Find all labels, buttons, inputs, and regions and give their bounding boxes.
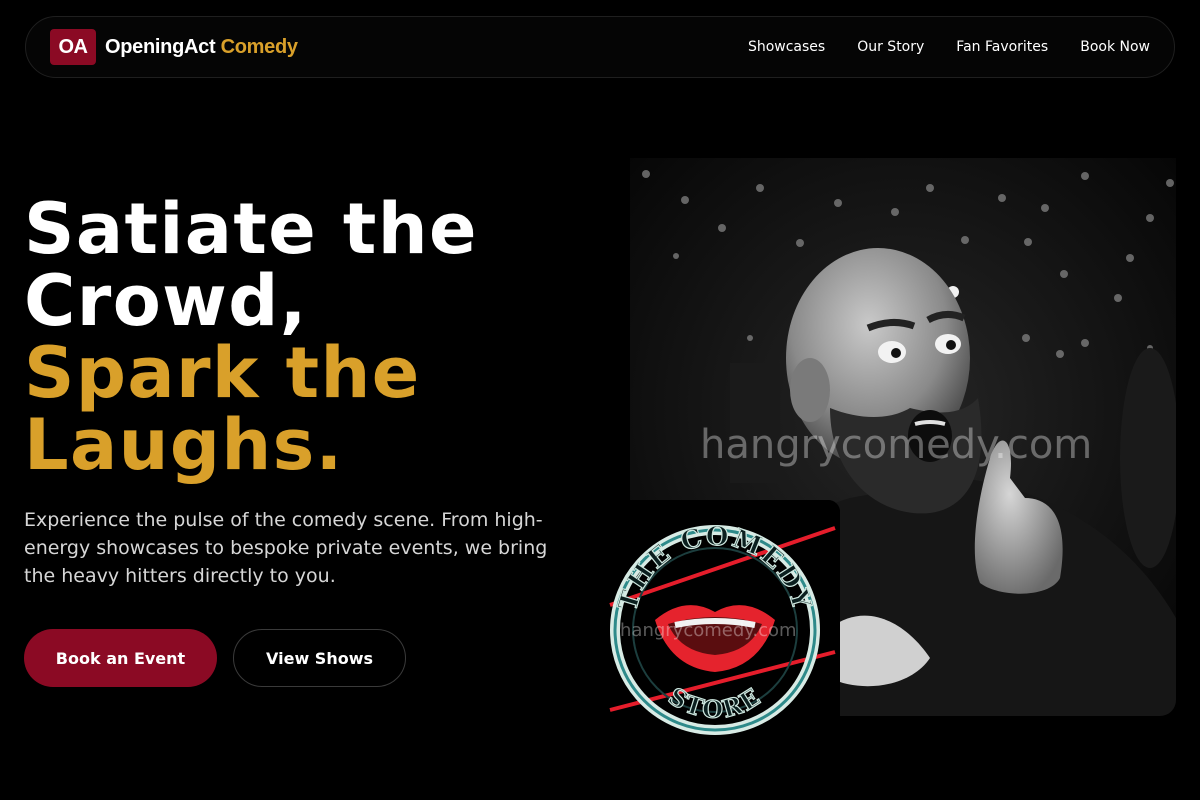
headline-line-1: Satiate the <box>24 188 478 270</box>
view-shows-button[interactable]: View Shows <box>233 629 406 687</box>
nav-link-book-now[interactable]: Book Now <box>1080 39 1150 55</box>
headline-line-3: Spark the <box>24 332 421 414</box>
sign-watermark: hangrycomedy.com <box>620 620 797 641</box>
headline-line-2: Crowd, <box>24 260 308 342</box>
headline-line-4: Laughs. <box>24 404 344 486</box>
nav-link-fan-favorites[interactable]: Fan Favorites <box>956 39 1048 55</box>
brand-name-main: OpeningAct <box>105 35 216 58</box>
hero-description: Experience the pulse of the comedy scene… <box>24 509 548 587</box>
brand-name-accent: Comedy <box>220 35 298 58</box>
logo-mark: OA <box>50 29 96 65</box>
photo-watermark: hangrycomedy.com <box>700 422 1092 468</box>
comedy-store-sign-image: THE COMEDY STORE hangrycomedy.com <box>590 500 840 750</box>
nav-link-our-story[interactable]: Our Story <box>857 39 924 55</box>
brand-name: OpeningAct Comedy <box>105 36 298 59</box>
nav-link-showcases[interactable]: Showcases <box>748 39 825 55</box>
book-event-button[interactable]: Book an Event <box>24 629 217 687</box>
top-nav: OA OpeningAct Comedy Showcases Our Story… <box>25 16 1175 78</box>
brand-logo[interactable]: OA OpeningAct Comedy <box>50 29 298 65</box>
hero-headline: Satiate the Crowd, Spark the Laughs. <box>24 193 584 481</box>
nav-links: Showcases Our Story Fan Favorites Book N… <box>748 39 1150 55</box>
